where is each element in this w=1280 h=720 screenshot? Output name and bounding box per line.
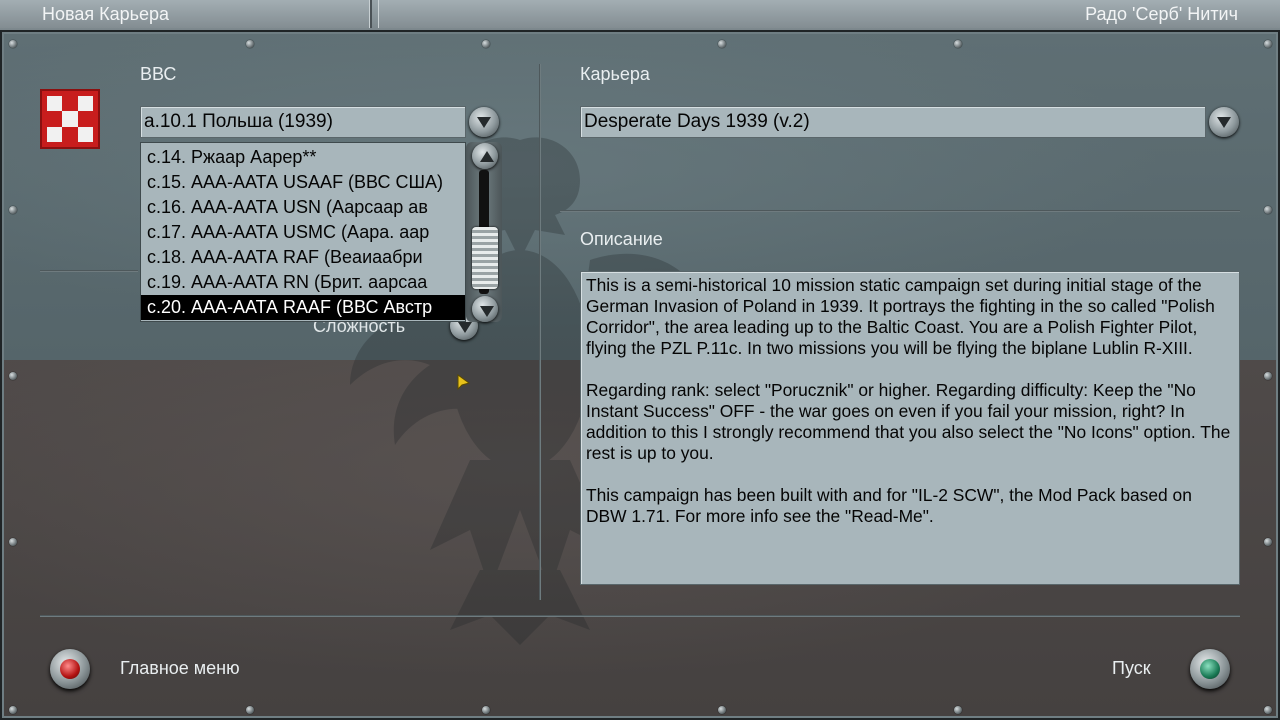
red-lamp-icon [60, 659, 80, 679]
list-item[interactable]: с.15. ААА-ААТА USAAF (ВВС США) [141, 170, 465, 195]
career-combo[interactable]: Desperate Days 1939 (v.2) [580, 106, 1206, 138]
rivet [246, 706, 254, 714]
poland-flag-icon [40, 89, 100, 149]
left-section-divider [40, 270, 138, 272]
list-item[interactable]: с.19. ААА-ААТА RN (Брит. аарсаа [141, 270, 465, 295]
main-menu-button[interactable] [50, 649, 90, 689]
unit-combo-dropdown-button[interactable] [469, 107, 499, 137]
rivet [954, 40, 962, 48]
rivet [1264, 538, 1272, 546]
career-label: Карьера [580, 64, 650, 84]
list-item[interactable]: с.16. ААА-ААТА USN (Аарсаар ав [141, 195, 465, 220]
start-button[interactable] [1190, 649, 1230, 689]
air-force-label: ВВС [140, 64, 177, 84]
title-bar: Новая Карьера Радо 'Серб' Нитич [0, 0, 1280, 32]
list-item[interactable]: с.14. Ржаар Аарер** [141, 145, 465, 170]
rivet [246, 40, 254, 48]
rivet [954, 706, 962, 714]
rivet [9, 372, 17, 380]
mouse-cursor-icon [457, 374, 471, 391]
career-combo-dropdown-button[interactable] [1209, 107, 1239, 137]
description-box: This is a semi-historical 10 mission sta… [580, 271, 1240, 585]
rivet [9, 206, 17, 214]
rivet [1264, 40, 1272, 48]
rivet [9, 706, 17, 714]
unit-dropdown-list[interactable]: с.14. Ржаар Аарер** с.15. ААА-ААТА USAAF… [140, 142, 466, 322]
column-divider [539, 64, 541, 600]
unit-combo[interactable]: a.10.1 Польша (1939) [140, 106, 466, 138]
rivet [482, 40, 490, 48]
scroll-down-button[interactable] [472, 296, 498, 322]
description-label: Описание [580, 229, 663, 249]
rivet [1264, 206, 1272, 214]
rivet [1264, 706, 1272, 714]
right-section-divider [560, 210, 1240, 212]
rivet [718, 706, 726, 714]
list-item[interactable]: с.18. ААА-ААТА RAF (Веаиаабри [141, 245, 465, 270]
footer-divider [40, 615, 1240, 617]
screen-title: Новая Карьера [0, 0, 372, 28]
rivet [482, 706, 490, 714]
rivet [718, 40, 726, 48]
list-item[interactable]: с.17. ААА-ААТА USMC (Аара. аар [141, 220, 465, 245]
green-lamp-icon [1200, 659, 1220, 679]
main-menu-label[interactable]: Главное меню [120, 658, 240, 679]
rivet [1264, 372, 1272, 380]
description-paragraph: This is a semi-historical 10 mission sta… [586, 275, 1215, 358]
list-item-selected[interactable]: с.20. ААА-ААТА RAAF (ВВС Австр [141, 295, 465, 320]
rivet [9, 40, 17, 48]
start-label[interactable]: Пуск [1112, 658, 1151, 679]
pilot-name: Радо 'Серб' Нитич [378, 0, 1280, 28]
rivet [9, 538, 17, 546]
description-paragraph: This campaign has been built with and fo… [586, 485, 1192, 526]
scrollbar-thumb[interactable] [472, 227, 498, 289]
scroll-up-button[interactable] [472, 143, 498, 169]
description-paragraph: Regarding rank: select "Porucznik" or hi… [586, 380, 1231, 463]
